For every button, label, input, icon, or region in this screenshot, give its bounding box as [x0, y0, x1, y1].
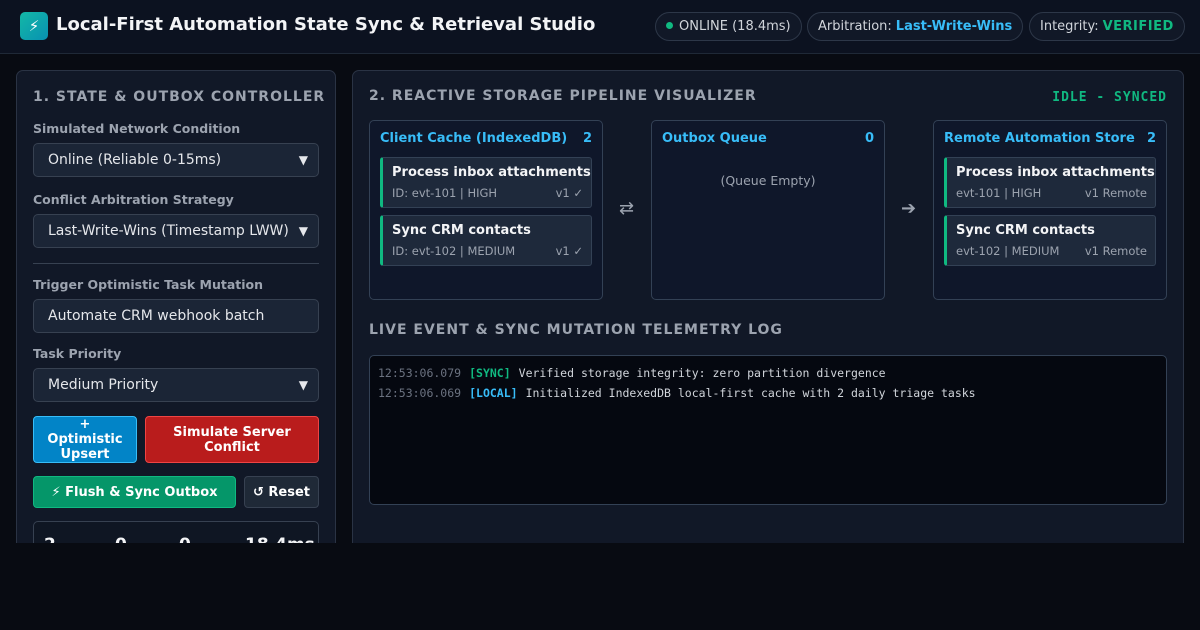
- arbitration-label: Arbitration:: [818, 19, 892, 34]
- main-viewport[interactable]: 1. STATE & OUTBOX CONTROLLER Simulated N…: [0, 54, 1200, 543]
- remote-item-meta: evt-101 | HIGH: [956, 186, 1042, 200]
- arbitration-value: Last-Write-Wins: [895, 19, 1013, 34]
- network-status-badge: ONLINE (18.4ms): [655, 12, 802, 41]
- log-time: 12:53:06.069: [378, 386, 462, 400]
- log-message: Initialized IndexedDB local-first cache …: [525, 386, 976, 400]
- task-priority-label: Task Priority: [33, 346, 122, 361]
- remote-item-title: Process inbox attachments: [956, 165, 1155, 180]
- mutation-input-value: Automate CRM webhook batch: [48, 308, 265, 324]
- chevron-down-icon: ▼: [298, 153, 308, 167]
- cache-item-title: Sync CRM contacts: [392, 223, 531, 238]
- app-header: ⚡ Local-First Automation State Sync & Re…: [0, 0, 1200, 54]
- log-entry: 12:53:06.069 [LOCAL] Initialized IndexedDB…: [378, 386, 976, 400]
- telemetry-log[interactable]: 12:53:06.079 [SYNC] Verified storage integ…: [369, 355, 1167, 505]
- simulate-conflict-button[interactable]: Simulate Server Conflict: [145, 416, 319, 463]
- task-priority-select[interactable]: Medium Priority ▼: [33, 368, 319, 402]
- stat-latency: 18.4ms: [245, 535, 315, 543]
- arbitration-strategy-label: Conflict Arbitration Strategy: [33, 192, 234, 207]
- remote-item-version: v1 Remote: [1084, 186, 1147, 200]
- pipeline-title: 2. REACTIVE STORAGE PIPELINE VISUALIZER: [369, 88, 757, 104]
- bidirectional-arrow-icon: ⇄: [619, 198, 635, 219]
- sync-stats-bar: 2 0 0 18.4ms: [33, 521, 319, 543]
- client-cache-title: Client Cache (IndexedDB): [380, 131, 568, 146]
- section-divider: [33, 263, 319, 264]
- remote-item-card[interactable]: Sync CRM contacts evt-102 | MEDIUM v1 Re…: [944, 215, 1156, 266]
- optimistic-upsert-button[interactable]: + Optimistic Upsert: [33, 416, 137, 463]
- network-condition-value: Online (Reliable 0-15ms): [48, 152, 222, 168]
- remote-item-meta: evt-102 | MEDIUM: [956, 244, 1060, 258]
- reset-button[interactable]: ↺ Reset: [244, 476, 319, 508]
- integrity-badge: Integrity: VERIFIED: [1029, 12, 1185, 41]
- cache-item-meta: ID: evt-102 | MEDIUM: [392, 244, 516, 258]
- cache-item-title: Process inbox attachments: [392, 165, 591, 180]
- arbitration-strategy-value: Last-Write-Wins (Timestamp LWW): [48, 223, 289, 239]
- online-dot-icon: [666, 22, 673, 29]
- remote-item-card[interactable]: Process inbox attachments evt-101 | HIGH…: [944, 157, 1156, 208]
- cache-item-card[interactable]: Process inbox attachments ID: evt-101 | …: [380, 157, 592, 208]
- cache-item-version: v1 ✓: [555, 244, 583, 258]
- network-condition-label: Simulated Network Condition: [33, 121, 241, 136]
- mutation-label: Trigger Optimistic Task Mutation: [33, 277, 264, 292]
- remote-item-title: Sync CRM contacts: [956, 223, 1095, 238]
- network-condition-select[interactable]: Online (Reliable 0-15ms) ▼: [33, 143, 319, 177]
- cache-item-meta: ID: evt-101 | HIGH: [392, 186, 498, 200]
- stat-conflict-count: 0: [179, 535, 191, 543]
- remote-store-title: Remote Automation Store: [944, 131, 1135, 146]
- mutation-input[interactable]: Automate CRM webhook batch: [33, 299, 319, 333]
- stat-outbox-count: 0: [115, 535, 127, 543]
- cache-item-version: v1 ✓: [555, 186, 583, 200]
- outbox-queue-count: 0: [864, 131, 874, 146]
- telemetry-title: LIVE EVENT & SYNC MUTATION TELEMETRY LOG: [369, 322, 783, 338]
- lightning-logo-icon: ⚡: [20, 12, 48, 40]
- right-arrow-icon: ➔: [901, 198, 917, 219]
- log-time: 12:53:06.079: [378, 366, 462, 380]
- remote-store-count: 2: [1146, 131, 1156, 146]
- sync-status: IDLE - SYNCED: [1052, 90, 1167, 105]
- outbox-empty-text: (Queue Empty): [720, 173, 816, 188]
- app-title: Local-First Automation State Sync & Retr…: [56, 14, 596, 35]
- log-tag: [LOCAL]: [469, 386, 518, 400]
- stat-cached-count: 2: [44, 535, 56, 543]
- client-cache-column: Client Cache (IndexedDB) 2 Process inbox…: [369, 120, 603, 300]
- log-message: Verified storage integrity: zero partiti…: [518, 366, 886, 380]
- integrity-value: VERIFIED: [1102, 19, 1174, 34]
- outbox-queue-title: Outbox Queue: [662, 131, 767, 146]
- chevron-down-icon: ▼: [298, 224, 308, 238]
- outbox-queue-column: Outbox Queue 0 (Queue Empty): [651, 120, 885, 300]
- controller-title: 1. STATE & OUTBOX CONTROLLER: [33, 89, 326, 105]
- log-tag: [SYNC]: [469, 366, 511, 380]
- chevron-down-icon: ▼: [298, 378, 308, 392]
- flush-sync-outbox-button[interactable]: ⚡ Flush & Sync Outbox: [33, 476, 236, 508]
- arbitration-strategy-select[interactable]: Last-Write-Wins (Timestamp LWW) ▼: [33, 214, 319, 248]
- pipeline-visualizer-panel: 2. REACTIVE STORAGE PIPELINE VISUALIZER …: [352, 70, 1184, 543]
- task-priority-value: Medium Priority: [48, 377, 159, 393]
- client-cache-count: 2: [582, 131, 592, 146]
- arbitration-badge: Arbitration: Last-Write-Wins: [807, 12, 1024, 41]
- remote-item-version: v1 Remote: [1084, 244, 1147, 258]
- integrity-label: Integrity:: [1040, 19, 1099, 34]
- cache-item-card[interactable]: Sync CRM contacts ID: evt-102 | MEDIUM v…: [380, 215, 592, 266]
- state-outbox-controller-panel: 1. STATE & OUTBOX CONTROLLER Simulated N…: [16, 70, 336, 543]
- network-status-text: ONLINE (18.4ms): [679, 19, 791, 34]
- remote-store-column: Remote Automation Store 2 Process inbox …: [933, 120, 1167, 300]
- log-entry: 12:53:06.079 [SYNC] Verified storage integ…: [378, 366, 886, 380]
